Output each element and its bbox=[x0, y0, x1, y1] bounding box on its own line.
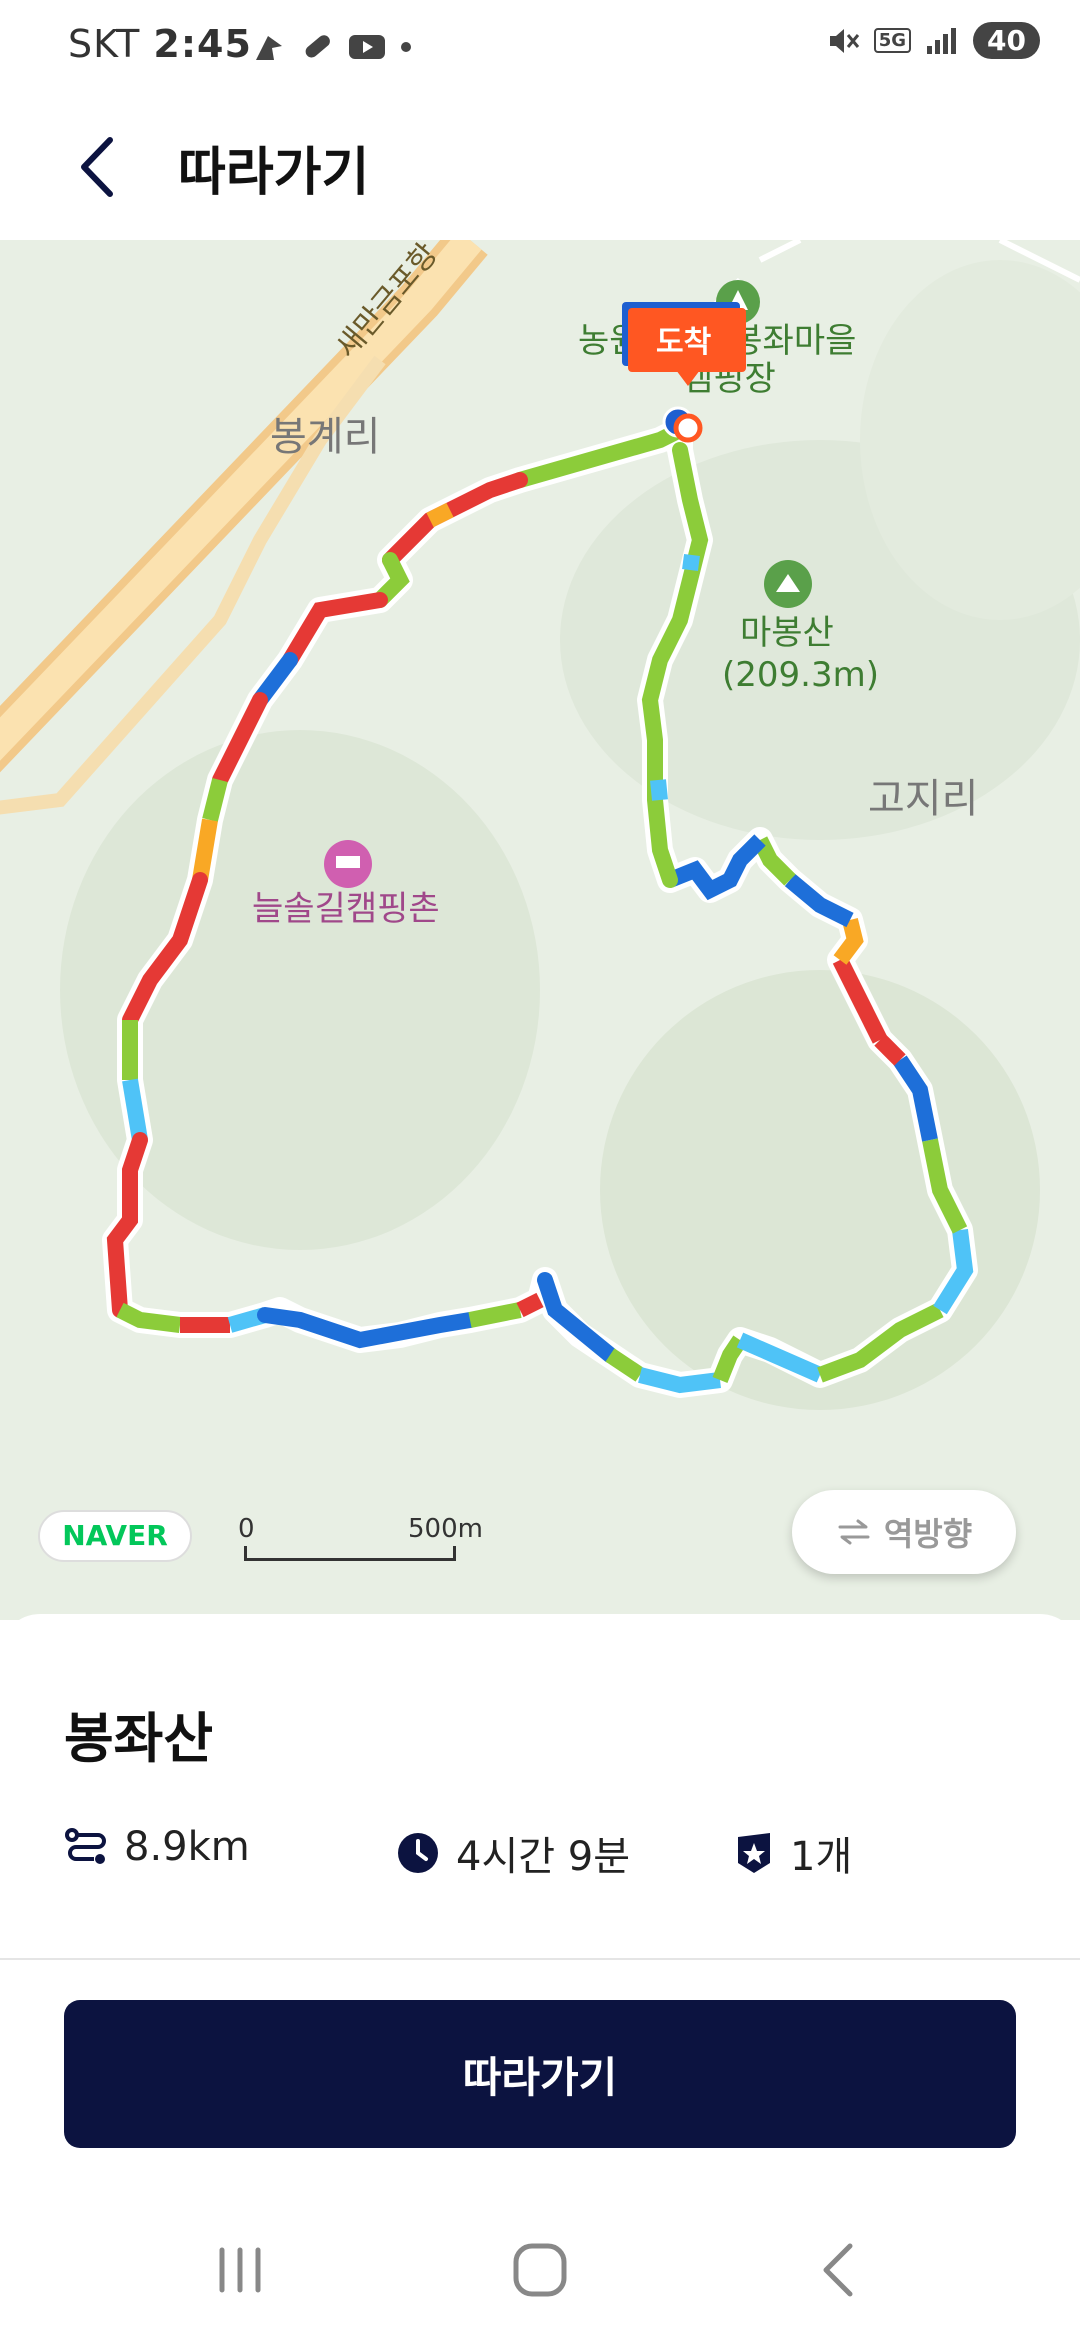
battery-indicator: 40 bbox=[973, 22, 1040, 59]
swap-icon bbox=[838, 1519, 870, 1545]
reverse-button-label: 역방향 bbox=[883, 1515, 973, 1553]
map-label-village1: 봉계리 bbox=[270, 414, 380, 460]
home-icon bbox=[513, 2243, 567, 2297]
scale-bar bbox=[244, 1546, 456, 1561]
route-icon bbox=[65, 1828, 106, 1864]
signal-icon bbox=[927, 27, 957, 54]
map-label-camp2: 늘솔길캠핑촌 bbox=[252, 889, 440, 929]
divider bbox=[0, 1958, 1080, 1960]
notification-icons bbox=[252, 30, 412, 64]
course-stats: 8.9km 4시간 9분 1개 bbox=[64, 1824, 1024, 1884]
reverse-direction-button[interactable]: 역방향 bbox=[792, 1490, 1016, 1574]
home-button[interactable] bbox=[500, 2230, 580, 2310]
map-label-mountain: 마봉산 bbox=[740, 613, 834, 653]
map-label-mountain-height: (209.3m) bbox=[722, 655, 879, 695]
network-label: 5G bbox=[873, 28, 912, 53]
badge-count: 1개 bbox=[790, 1834, 853, 1880]
system-back-icon bbox=[823, 2243, 853, 2297]
map-label-village2: 고지리 bbox=[868, 776, 978, 822]
pill-icon bbox=[305, 35, 330, 58]
duration-stat: 4시간 9분 bbox=[396, 1824, 630, 1882]
status-bar: SKT 2:45 5G 40 bbox=[0, 0, 1080, 96]
naver-logo: NAVER bbox=[38, 1510, 192, 1562]
back-button[interactable] bbox=[70, 132, 130, 202]
system-back-button[interactable] bbox=[800, 2230, 880, 2310]
distance-stat: 8.9km bbox=[64, 1824, 250, 1870]
status-time: SKT 2:45 bbox=[68, 22, 252, 66]
system-nav-bar bbox=[0, 2200, 1080, 2340]
recent-apps-button[interactable] bbox=[200, 2230, 280, 2310]
system-icons: 5G 40 bbox=[826, 22, 1040, 59]
map-view[interactable]: 농원 인봉좌마을 캠핑장 마봉산 (209.3m) 봉계리 고지리 새만금포항 … bbox=[0, 240, 1080, 1620]
distance-value: 8.9km bbox=[124, 1824, 250, 1870]
notification-app-icon bbox=[256, 36, 282, 60]
youtube-icon bbox=[349, 35, 385, 59]
app-header: 따라가기 bbox=[0, 96, 1080, 238]
mute-icon bbox=[829, 28, 859, 53]
scale-start-label: 0 bbox=[238, 1514, 255, 1544]
dot-icon bbox=[401, 42, 411, 52]
page-title: 따라가기 bbox=[178, 143, 370, 203]
course-info-sheet: 봉좌산 8.9km 4시간 9분 1개 bbox=[0, 1614, 1080, 1964]
follow-button[interactable]: 따라가기 bbox=[64, 2000, 1016, 2148]
arrival-marker-label: 도착 bbox=[656, 325, 712, 360]
recent-apps-icon bbox=[219, 2247, 261, 2293]
course-name: 봉좌산 bbox=[64, 1707, 214, 1770]
clock-icon bbox=[398, 1833, 438, 1873]
star-badge-icon bbox=[738, 1833, 770, 1873]
scale-end-label: 500m bbox=[408, 1514, 483, 1544]
badge-stat: 1개 bbox=[734, 1824, 852, 1882]
duration-value: 4시간 9분 bbox=[456, 1834, 631, 1880]
back-arrow-icon bbox=[81, 137, 113, 197]
